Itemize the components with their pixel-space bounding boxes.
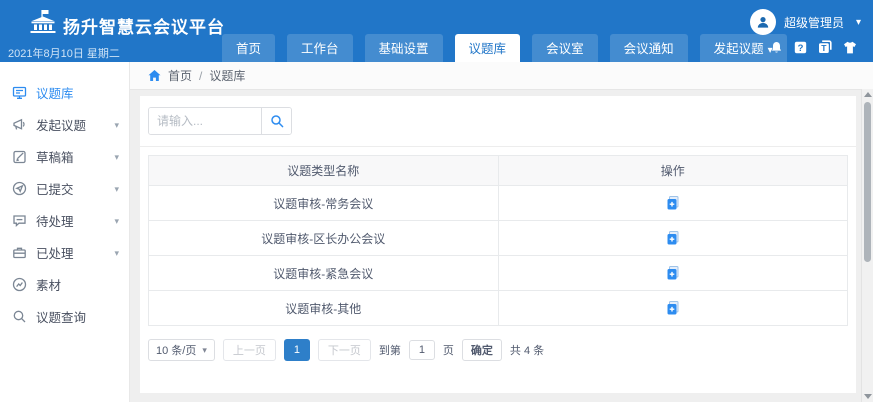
table-row: 议题审核-常务会议 — [149, 186, 848, 221]
copy-add-icon[interactable] — [665, 195, 681, 211]
sidebar-item-label: 素材 — [36, 275, 61, 294]
search-row — [140, 96, 856, 147]
sidebar-item-label: 已处理 — [36, 243, 74, 262]
app-header: 扬升智慧云会议平台 2021年8月10日 星期二 首页 工作台 基础设置 议题库… — [0, 0, 873, 62]
tab-basic-settings[interactable]: 基础设置 — [365, 34, 443, 62]
sidebar: 议题库 发起议题 草稿箱 已提交 — [0, 62, 130, 402]
building-logo-icon — [25, 8, 61, 40]
person-icon — [756, 15, 770, 29]
search-group — [148, 107, 292, 135]
column-header-actions: 操作 — [498, 156, 848, 186]
svg-text:T: T — [821, 43, 827, 53]
table-row: 议题审核-区长办公会议 — [149, 221, 848, 256]
sidebar-item-topic-query[interactable]: 议题查询 — [0, 300, 129, 332]
chevron-down-icon — [202, 344, 207, 356]
vertical-scrollbar[interactable] — [861, 89, 873, 402]
sidebar-item-label: 草稿箱 — [36, 147, 74, 166]
sidebar-item-label: 议题库 — [36, 83, 74, 102]
sidebar-item-topic-library[interactable]: 议题库 — [0, 76, 129, 108]
pagination: 10 条/页 上一页 1 下一页 到第 页 确定 共 4 条 — [148, 339, 848, 361]
breadcrumb-current: 议题库 — [209, 67, 245, 84]
tab-workbench[interactable]: 工作台 — [287, 34, 353, 62]
breadcrumb-separator: / — [199, 69, 202, 83]
help-icon[interactable]: ? — [794, 41, 807, 54]
content-card: 议题类型名称 操作 议题审核-常务会议 议题审核-区长办公会议 议题审核-紧急会… — [140, 96, 856, 393]
svg-text:?: ? — [798, 43, 804, 54]
search-button[interactable] — [261, 108, 291, 134]
bell-icon[interactable] — [770, 41, 783, 54]
main-nav-tabs: 首页 工作台 基础设置 议题库 会议室 会议通知 发起议题 — [222, 34, 787, 62]
confirm-button[interactable]: 确定 — [462, 339, 502, 361]
chevron-down-icon — [114, 213, 119, 227]
copy-add-icon[interactable] — [665, 230, 681, 246]
search-input[interactable] — [149, 108, 261, 134]
sidebar-item-launch-topic[interactable]: 发起议题 — [0, 108, 129, 140]
copy-add-icon[interactable] — [665, 300, 681, 316]
page-size-value: 10 条/页 — [156, 342, 196, 358]
tab-home[interactable]: 首页 — [222, 34, 275, 62]
sidebar-item-drafts[interactable]: 草稿箱 — [0, 140, 129, 172]
sidebar-item-label: 已提交 — [36, 179, 74, 198]
chevron-down-icon — [114, 149, 119, 163]
chevron-down-icon — [114, 117, 119, 131]
chevron-down-icon — [114, 245, 119, 259]
scrollbar-thumb[interactable] — [864, 102, 871, 262]
breadcrumb-home[interactable]: 首页 — [168, 67, 192, 84]
page-size-select[interactable]: 10 条/页 — [148, 339, 215, 361]
search-icon — [12, 309, 27, 324]
topic-type-table: 议题类型名称 操作 议题审核-常务会议 议题审核-区长办公会议 议题审核-紧急会… — [148, 155, 848, 326]
topic-type-name: 议题审核-其他 — [149, 291, 499, 326]
search-icon — [270, 114, 284, 128]
prev-page-button[interactable]: 上一页 — [223, 339, 276, 361]
material-icon — [12, 277, 27, 292]
app-title: 扬升智慧云会议平台 — [63, 13, 225, 38]
home-icon — [148, 69, 161, 82]
processed-briefcase-icon — [12, 245, 27, 260]
tab-topic-library[interactable]: 议题库 — [455, 34, 521, 62]
copy-add-icon[interactable] — [665, 265, 681, 281]
sidebar-item-submitted[interactable]: 已提交 — [0, 172, 129, 204]
pending-chat-icon — [12, 213, 27, 228]
sidebar-item-label: 议题查询 — [36, 307, 86, 326]
topic-type-name: 议题审核-常务会议 — [149, 186, 499, 221]
sidebar-item-pending[interactable]: 待处理 — [0, 204, 129, 236]
table-header-row: 议题类型名称 操作 — [149, 156, 848, 186]
tab-meeting-room[interactable]: 会议室 — [532, 34, 598, 62]
sidebar-item-materials[interactable]: 素材 — [0, 268, 129, 300]
sidebar-item-processed[interactable]: 已处理 — [0, 236, 129, 268]
next-page-button[interactable]: 下一页 — [318, 339, 371, 361]
header-action-icons: ? T — [770, 40, 857, 54]
table-row: 议题审核-其他 — [149, 291, 848, 326]
sidebar-item-label: 待处理 — [36, 211, 74, 230]
tab-meeting-notice[interactable]: 会议通知 — [610, 34, 688, 62]
avatar — [750, 9, 776, 35]
goto-suffix-label: 页 — [443, 342, 454, 358]
total-count-label: 共 4 条 — [510, 342, 544, 358]
draft-edit-icon — [12, 149, 27, 164]
monitor-icon — [12, 85, 27, 100]
user-name: 超级管理员 — [784, 14, 844, 31]
page-number-button[interactable]: 1 — [284, 339, 310, 361]
chevron-down-icon — [114, 181, 119, 195]
topic-type-name: 议题审核-区长办公会议 — [149, 221, 499, 256]
header-date: 2021年8月10日 星期二 — [8, 45, 120, 61]
table-row: 议题审核-紧急会议 — [149, 256, 848, 291]
sidebar-item-label: 发起议题 — [36, 115, 86, 134]
theme-shirt-icon[interactable] — [843, 41, 857, 54]
breadcrumb: 首页 / 议题库 — [130, 62, 873, 90]
submitted-send-icon — [12, 181, 27, 196]
topic-type-name: 议题审核-紧急会议 — [149, 256, 499, 291]
megaphone-icon — [12, 117, 27, 132]
main-content: 首页 / 议题库 议题类型名称 操作 — [130, 62, 873, 402]
scroll-down-arrow-icon[interactable] — [864, 394, 872, 399]
goto-page-input[interactable] — [409, 340, 435, 360]
document-icon[interactable]: T — [818, 40, 832, 54]
user-menu[interactable]: 超级管理员 — [750, 9, 861, 35]
goto-prefix-label: 到第 — [379, 342, 401, 358]
scroll-up-arrow-icon[interactable] — [864, 92, 872, 97]
column-header-topic-type: 议题类型名称 — [149, 156, 499, 186]
